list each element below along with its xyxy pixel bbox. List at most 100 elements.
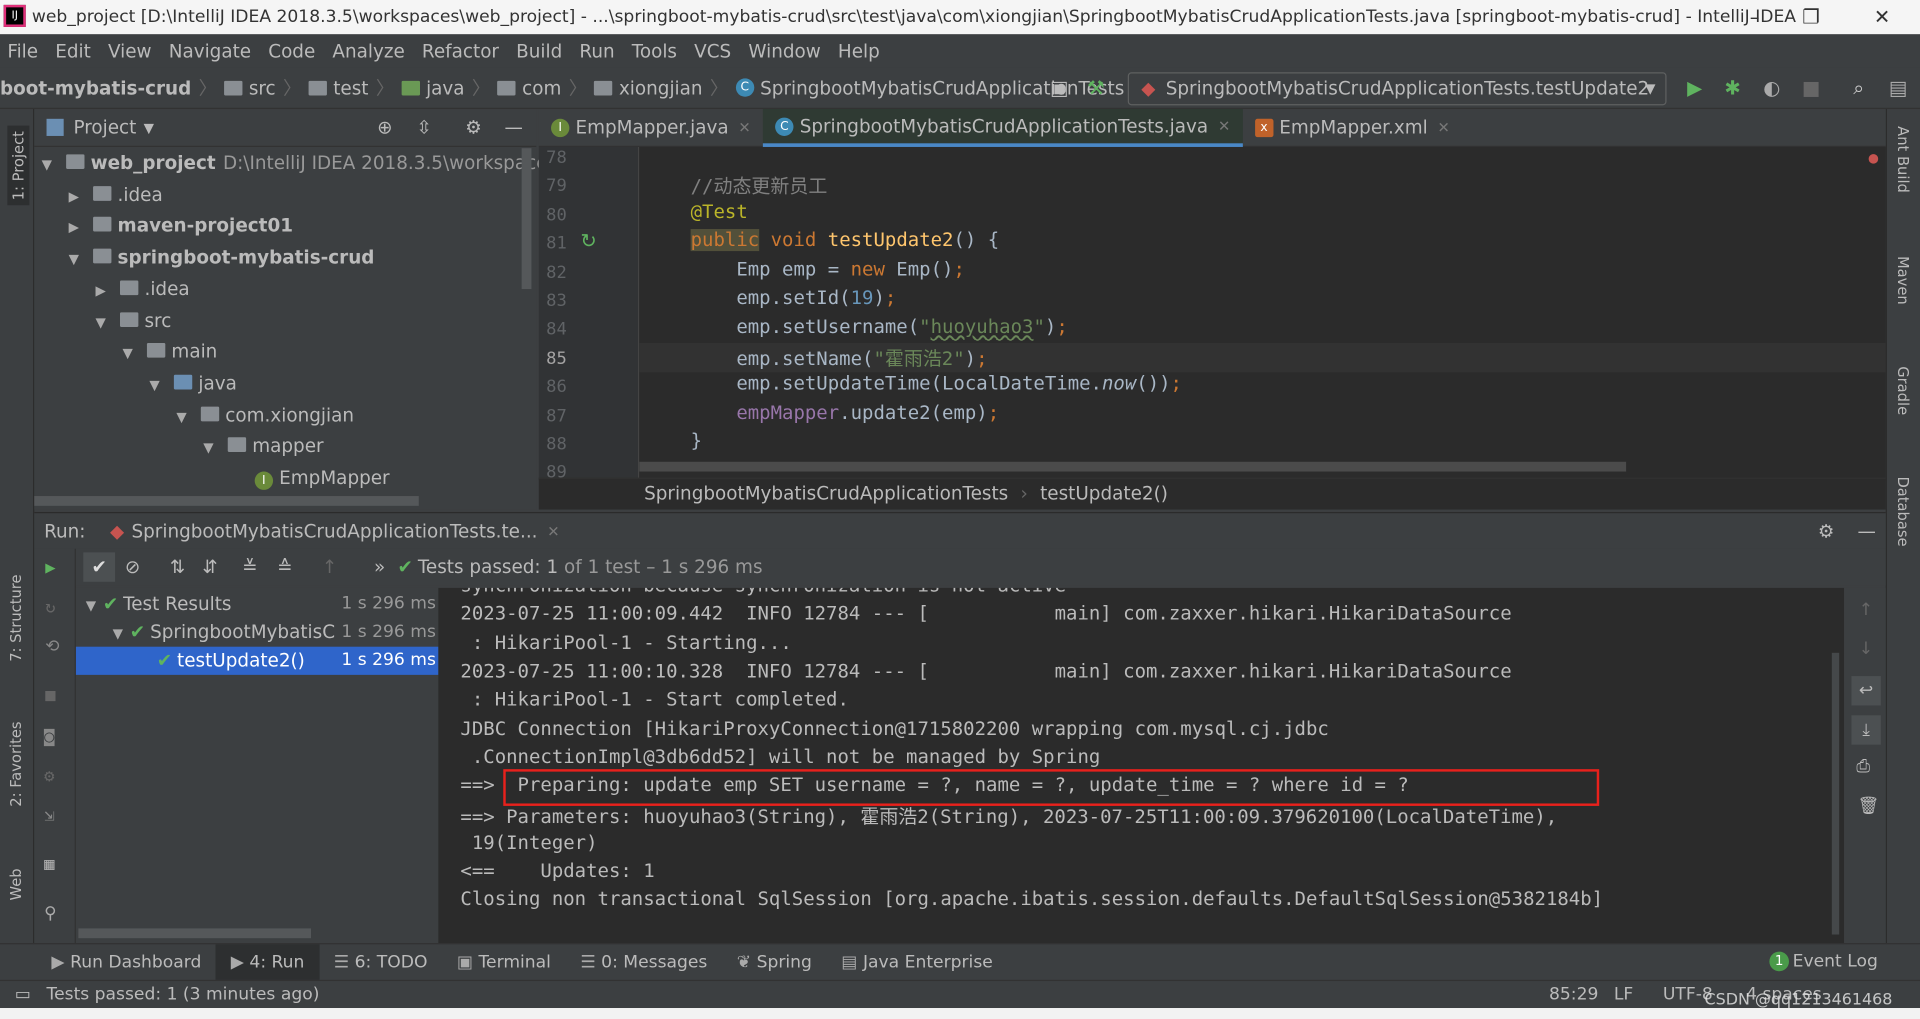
chevron-down-icon[interactable]: ▼: [203, 433, 220, 464]
bottom-tab[interactable]: ☰ 0: Messages: [566, 944, 722, 981]
pin-icon[interactable]: ⚲: [44, 904, 57, 924]
tool-tab-gradle[interactable]: Gradle: [1894, 366, 1911, 415]
editor-horizontal-scrollbar[interactable]: [639, 461, 1627, 472]
close-tab-icon[interactable]: ✕: [1218, 107, 1230, 145]
debug-icon[interactable]: ✱: [1720, 76, 1744, 100]
locate-icon[interactable]: ⊕: [377, 116, 392, 138]
breadcrumb-item[interactable]: test 〉: [308, 75, 394, 101]
breadcrumb-method[interactable]: testUpdate2(): [1040, 483, 1168, 505]
chevron-down-icon[interactable]: ▼: [122, 338, 139, 369]
caret-position[interactable]: 85:29: [1549, 981, 1598, 1008]
tool-tab-project[interactable]: 1: Project: [7, 126, 30, 206]
breadcrumb-item[interactable]: xiongjian 〉: [594, 75, 728, 101]
run-test-gutter-icon[interactable]: ↻: [580, 229, 596, 252]
menu-item-build[interactable]: Build: [516, 40, 562, 62]
print-icon[interactable]: ⎙: [1856, 757, 1870, 777]
tree-item[interactable]: ▶ .idea: [96, 274, 190, 305]
run-settings-gear-icon[interactable]: ⚙: [1818, 520, 1834, 542]
project-structure-icon[interactable]: ▤: [1886, 76, 1910, 100]
toggle-auto-test-icon[interactable]: ⟲: [45, 637, 59, 657]
layout-icon[interactable]: ▦: [44, 855, 54, 875]
close-window-button[interactable]: ✕: [1854, 0, 1910, 34]
menu-item-tools[interactable]: Tools: [632, 40, 677, 62]
menu-item-code[interactable]: Code: [268, 40, 315, 62]
minimize-button[interactable]: –: [1727, 0, 1783, 34]
bottom-tab[interactable]: ▶ 4: Run: [216, 943, 320, 981]
camera-icon[interactable]: ◙: [44, 728, 54, 748]
chevron-down-icon[interactable]: ▼: [96, 307, 113, 338]
tree-item[interactable]: ▶ .idea: [69, 180, 163, 211]
run-tab[interactable]: SpringbootMybatisCrudApplicationTests.te…: [131, 520, 537, 542]
maximize-button[interactable]: ❐: [1783, 0, 1839, 34]
chevron-down-icon[interactable]: ▼: [69, 244, 86, 275]
project-vertical-scrollbar[interactable]: [521, 148, 532, 290]
chevron-down-icon[interactable]: ▼: [113, 620, 130, 648]
rerun-failed-icon[interactable]: ↻: [45, 598, 55, 618]
menu-item-refactor[interactable]: Refactor: [422, 40, 499, 62]
import-icon[interactable]: ⇲: [44, 806, 54, 826]
breadcrumb-item[interactable]: boot-mybatis-crud 〉: [0, 75, 217, 101]
bottom-tab[interactable]: ❦ Spring: [722, 944, 827, 981]
close-tab-icon[interactable]: ✕: [1438, 109, 1450, 147]
search-icon[interactable]: ⌕: [1847, 76, 1871, 100]
clear-trash-icon[interactable]: 🗑: [1858, 796, 1880, 816]
test-tree-item[interactable]: ▼ ✔ Test Results 1 s 296 ms: [76, 590, 438, 618]
tree-item[interactable]: ▶ maven-project01: [69, 211, 293, 242]
tree-item[interactable]: ▼ src: [96, 306, 172, 337]
bottom-tab[interactable]: ▶ Run Dashboard: [37, 944, 216, 981]
console-output[interactable]: synchronization because synchronization …: [438, 587, 1845, 944]
bottom-tab[interactable]: ▣ Terminal: [442, 944, 566, 981]
menu-item-vcs[interactable]: VCS: [694, 40, 731, 62]
breadcrumb-item[interactable]: java 〉: [401, 75, 490, 101]
test-tree-item[interactable]: ✔ testUpdate2() 1 s 296 ms: [75, 646, 439, 675]
menu-item-file[interactable]: File: [7, 40, 38, 62]
chevron-down-icon[interactable]: ▼: [86, 592, 103, 620]
toggle-tool-windows-icon[interactable]: ▭: [15, 981, 31, 1008]
settings-gear-icon[interactable]: ⚙: [465, 116, 481, 138]
tree-item[interactable]: ▼ com.xiongjian: [176, 400, 354, 431]
tree-item[interactable]: ▼ mapper: [203, 431, 323, 462]
tree-item[interactable]: ▼ springboot-mybatis-crud: [69, 243, 375, 274]
tree-item[interactable]: ▼ main: [122, 337, 217, 368]
editor-tab[interactable]: x EmpMapper.xml ✕: [1243, 109, 1463, 147]
show-passed-icon[interactable]: ✔: [83, 552, 116, 582]
settings-icon[interactable]: ⚙: [44, 767, 54, 787]
chevron-down-icon[interactable]: ▼: [176, 401, 193, 432]
build-hammer-icon[interactable]: ⚒: [1084, 76, 1108, 100]
error-indicator-icon[interactable]: ●: [1869, 149, 1879, 167]
tree-item[interactable]: I EmpMapper: [230, 463, 390, 494]
breadcrumb-class[interactable]: SpringbootMybatisCrudApplicationTests: [644, 483, 1008, 505]
collapse-all-icon[interactable]: ≙: [277, 556, 292, 578]
previous-failed-icon[interactable]: ↑: [322, 556, 337, 578]
hide-panel-icon[interactable]: —: [504, 116, 522, 138]
chevron-right-icon[interactable]: ▶: [69, 212, 86, 243]
tree-item[interactable]: ▼ java: [149, 369, 236, 400]
more-actions-icon[interactable]: »: [374, 556, 385, 578]
stop-icon[interactable]: ■: [1799, 76, 1823, 100]
tool-tab-structure[interactable]: 7: Structure: [7, 574, 24, 661]
chevron-right-icon[interactable]: ▶: [96, 275, 113, 306]
menu-item-help[interactable]: Help: [838, 40, 880, 62]
tree-item[interactable]: ▼ web_project D:\IntelliJ IDEA 2018.3.5\wo…: [42, 148, 579, 179]
project-view-select[interactable]: Project: [73, 116, 136, 138]
editor-tab[interactable]: C SpringbootMybatisCrudApplicationTests.j…: [762, 107, 1243, 147]
test-tree-scrollbar[interactable]: [78, 928, 312, 939]
rerun-icon[interactable]: ▶: [45, 559, 55, 579]
run-icon[interactable]: ▶: [1682, 76, 1706, 100]
run-configuration-select[interactable]: SpringbootMybatisCrudApplicationTests.te…: [1127, 72, 1667, 106]
breadcrumb-item[interactable]: com 〉: [497, 75, 587, 101]
sort-alpha-icon[interactable]: ⇅: [170, 556, 185, 578]
bottom-tab[interactable]: ▤ Java Enterprise: [827, 944, 1008, 981]
chevron-right-icon[interactable]: ▶: [69, 181, 86, 212]
code-editor[interactable]: //动态更新员工 @Test public void testUpdate2()…: [639, 146, 1886, 481]
breadcrumb-item[interactable]: src 〉: [224, 75, 301, 101]
layout-icon[interactable]: ▣: [1047, 76, 1071, 100]
collapse-all-icon[interactable]: ⇳: [416, 116, 431, 138]
tool-tab-web[interactable]: Web: [7, 868, 24, 900]
tool-tab-maven[interactable]: Maven: [1894, 256, 1911, 305]
hide-run-panel-icon[interactable]: —: [1858, 520, 1876, 542]
tool-tab-ant-build[interactable]: Ant Build: [1894, 126, 1911, 193]
test-tree-item[interactable]: ▼ ✔ SpringbootMybatisC 1 s 296 ms: [76, 619, 438, 647]
project-horizontal-scrollbar[interactable]: [34, 496, 419, 506]
show-ignored-icon[interactable]: ⊘: [125, 556, 140, 578]
